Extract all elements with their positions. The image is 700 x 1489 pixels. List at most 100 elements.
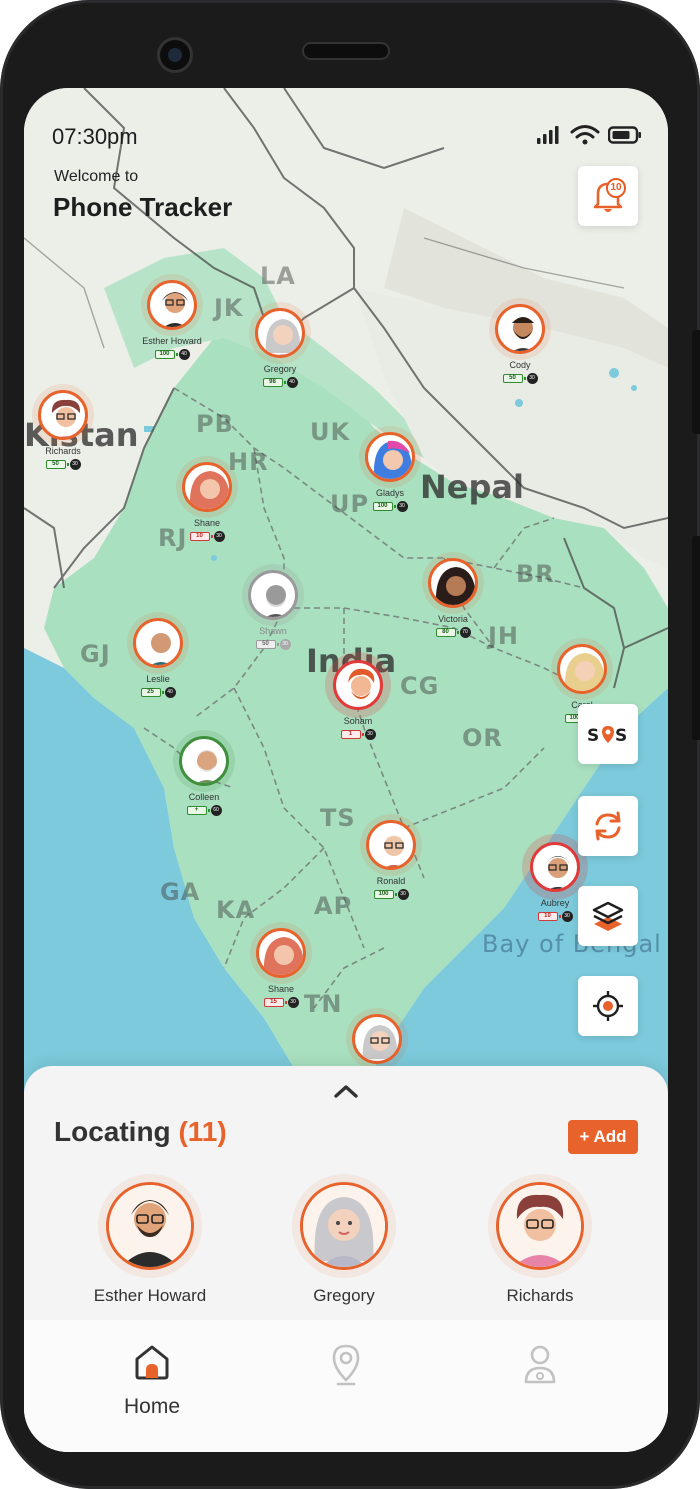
marker-name: Richards <box>45 446 81 456</box>
map-marker-shane-south[interactable]: Shane 15 30 <box>231 928 331 1008</box>
bottom-navigation: Home <box>24 1320 668 1452</box>
speed-icon: 30 <box>526 373 538 384</box>
map-label-ka: KA <box>216 896 256 924</box>
svg-text:S: S <box>587 726 599 746</box>
marker-name: Ronald <box>376 876 406 886</box>
welcome-text: Welcome to <box>54 168 139 185</box>
speed-icon: 30 <box>396 501 408 512</box>
battery-icon: 1 <box>340 730 364 739</box>
avatar <box>428 558 478 608</box>
volume-button <box>692 536 700 740</box>
avatar <box>182 462 232 512</box>
avatar <box>365 432 415 482</box>
speed-icon: 30 <box>364 729 376 740</box>
battery-icon: 80 <box>435 628 459 637</box>
layers-icon <box>592 901 624 931</box>
my-location-button[interactable] <box>578 976 638 1036</box>
status-bar: 07:30pm <box>24 88 668 178</box>
location-pin-icon <box>332 1344 360 1386</box>
screen: LA JK PB HR UK UP Nepal RJ BR GJ India C… <box>24 88 668 1452</box>
marker-name: Soham <box>343 716 373 726</box>
svg-text:S: S <box>615 726 627 746</box>
power-button <box>692 330 700 434</box>
battery-icon: 10 <box>189 532 213 541</box>
nav-home[interactable]: Home <box>92 1342 212 1419</box>
refresh-button[interactable] <box>578 796 638 856</box>
map-marker-gladys[interactable]: Gladys 100 30 <box>340 432 440 512</box>
marker-name: Cody <box>509 360 531 370</box>
home-icon <box>135 1345 169 1380</box>
speed-icon: 40 <box>286 377 298 388</box>
refresh-icon <box>595 811 621 841</box>
bell-icon <box>593 182 623 212</box>
avatar <box>530 842 580 892</box>
avatar <box>255 308 305 358</box>
map-marker-leslie[interactable]: Leslie 25 40 <box>108 618 208 698</box>
person-card-richards[interactable]: Richards <box>450 1174 630 1306</box>
map-marker-partial[interactable] <box>327 1014 427 1064</box>
map-marker-ronald[interactable]: Ronald 100 30 <box>341 820 441 900</box>
add-button[interactable]: + Add <box>568 1120 638 1154</box>
sos-button[interactable]: S S <box>578 704 638 764</box>
battery-icon: + <box>186 806 210 815</box>
crosshair-icon <box>593 991 623 1021</box>
map-marker-gregory[interactable]: Gregory 98 40 <box>230 308 330 388</box>
speed-icon: 30 <box>279 639 291 650</box>
status-time: 07:30pm <box>52 124 138 149</box>
avatar <box>495 304 545 354</box>
avatar-ring <box>292 1174 396 1278</box>
avatar <box>133 618 183 668</box>
map-marker-esther-howard[interactable]: Esther Howard 100 40 <box>122 280 222 360</box>
marker-name: Gladys <box>375 488 404 498</box>
avatar <box>352 1014 402 1064</box>
speed-icon: 30 <box>69 459 81 470</box>
avatar <box>38 390 88 440</box>
avatar <box>106 1182 194 1270</box>
marker-name: Colleen <box>188 792 220 802</box>
map-label-or: OR <box>462 724 503 752</box>
map-marker-shawn[interactable]: Shawn 50 30 <box>223 570 323 650</box>
map-marker-richards[interactable]: Richards 50 30 <box>24 390 113 470</box>
person-card-esther-howard[interactable]: Esther Howard <box>60 1174 240 1306</box>
notification-count-badge: 10 <box>606 178 626 198</box>
battery-icon: 98 <box>262 378 286 387</box>
nav-location[interactable] <box>286 1342 406 1391</box>
speed-icon: 30 <box>213 531 225 542</box>
map-marker-shane[interactable]: Shane 10 30 <box>157 462 257 542</box>
marker-name: Leslie <box>146 674 170 684</box>
avatar-ring <box>98 1174 202 1278</box>
avatar <box>179 736 229 786</box>
battery-icon: 50 <box>255 640 279 649</box>
nav-home-label: Home <box>123 1395 181 1418</box>
people-list: Esther Howard Gregory Richards <box>24 1174 668 1314</box>
map-marker-colleen[interactable]: Colleen +60 <box>154 736 254 816</box>
map-layers-button[interactable] <box>578 886 638 946</box>
battery-icon: 10 <box>537 912 561 921</box>
map-marker-victoria[interactable]: Victoria 80 70 <box>403 558 503 638</box>
speed-icon: 40 <box>164 687 176 698</box>
battery-status-icon <box>608 126 641 144</box>
phone-frame: LA JK PB HR UK UP Nepal RJ BR GJ India C… <box>0 0 700 1489</box>
marker-name: Victoria <box>438 614 468 624</box>
notifications-button[interactable]: 10 <box>578 166 638 226</box>
avatar-ring <box>488 1174 592 1278</box>
person-card-gregory[interactable]: Gregory <box>254 1174 434 1306</box>
battery-icon: 50 <box>45 460 69 469</box>
speed-icon: 70 <box>459 627 471 638</box>
locating-title: Locating <box>54 1116 171 1147</box>
battery-icon: 15 <box>263 998 287 1007</box>
nav-profile[interactable] <box>480 1342 600 1391</box>
front-camera <box>157 37 193 73</box>
avatar <box>333 660 383 710</box>
person-name: Esther Howard <box>93 1286 207 1305</box>
avatar <box>147 280 197 330</box>
battery-icon: 100 <box>154 350 178 359</box>
marker-name: Esther Howard <box>142 336 202 346</box>
user-icon <box>524 1345 556 1384</box>
app-title: Phone Tracker <box>53 192 233 222</box>
map-marker-cody[interactable]: Cody 50 30 <box>470 304 570 384</box>
map-marker-soham[interactable]: Soham 1 30 <box>308 660 408 740</box>
chevron-up-icon[interactable] <box>332 1082 360 1100</box>
map-view[interactable]: LA JK PB HR UK UP Nepal RJ BR GJ India C… <box>24 88 668 1108</box>
map-label-pb: PB <box>196 410 234 438</box>
